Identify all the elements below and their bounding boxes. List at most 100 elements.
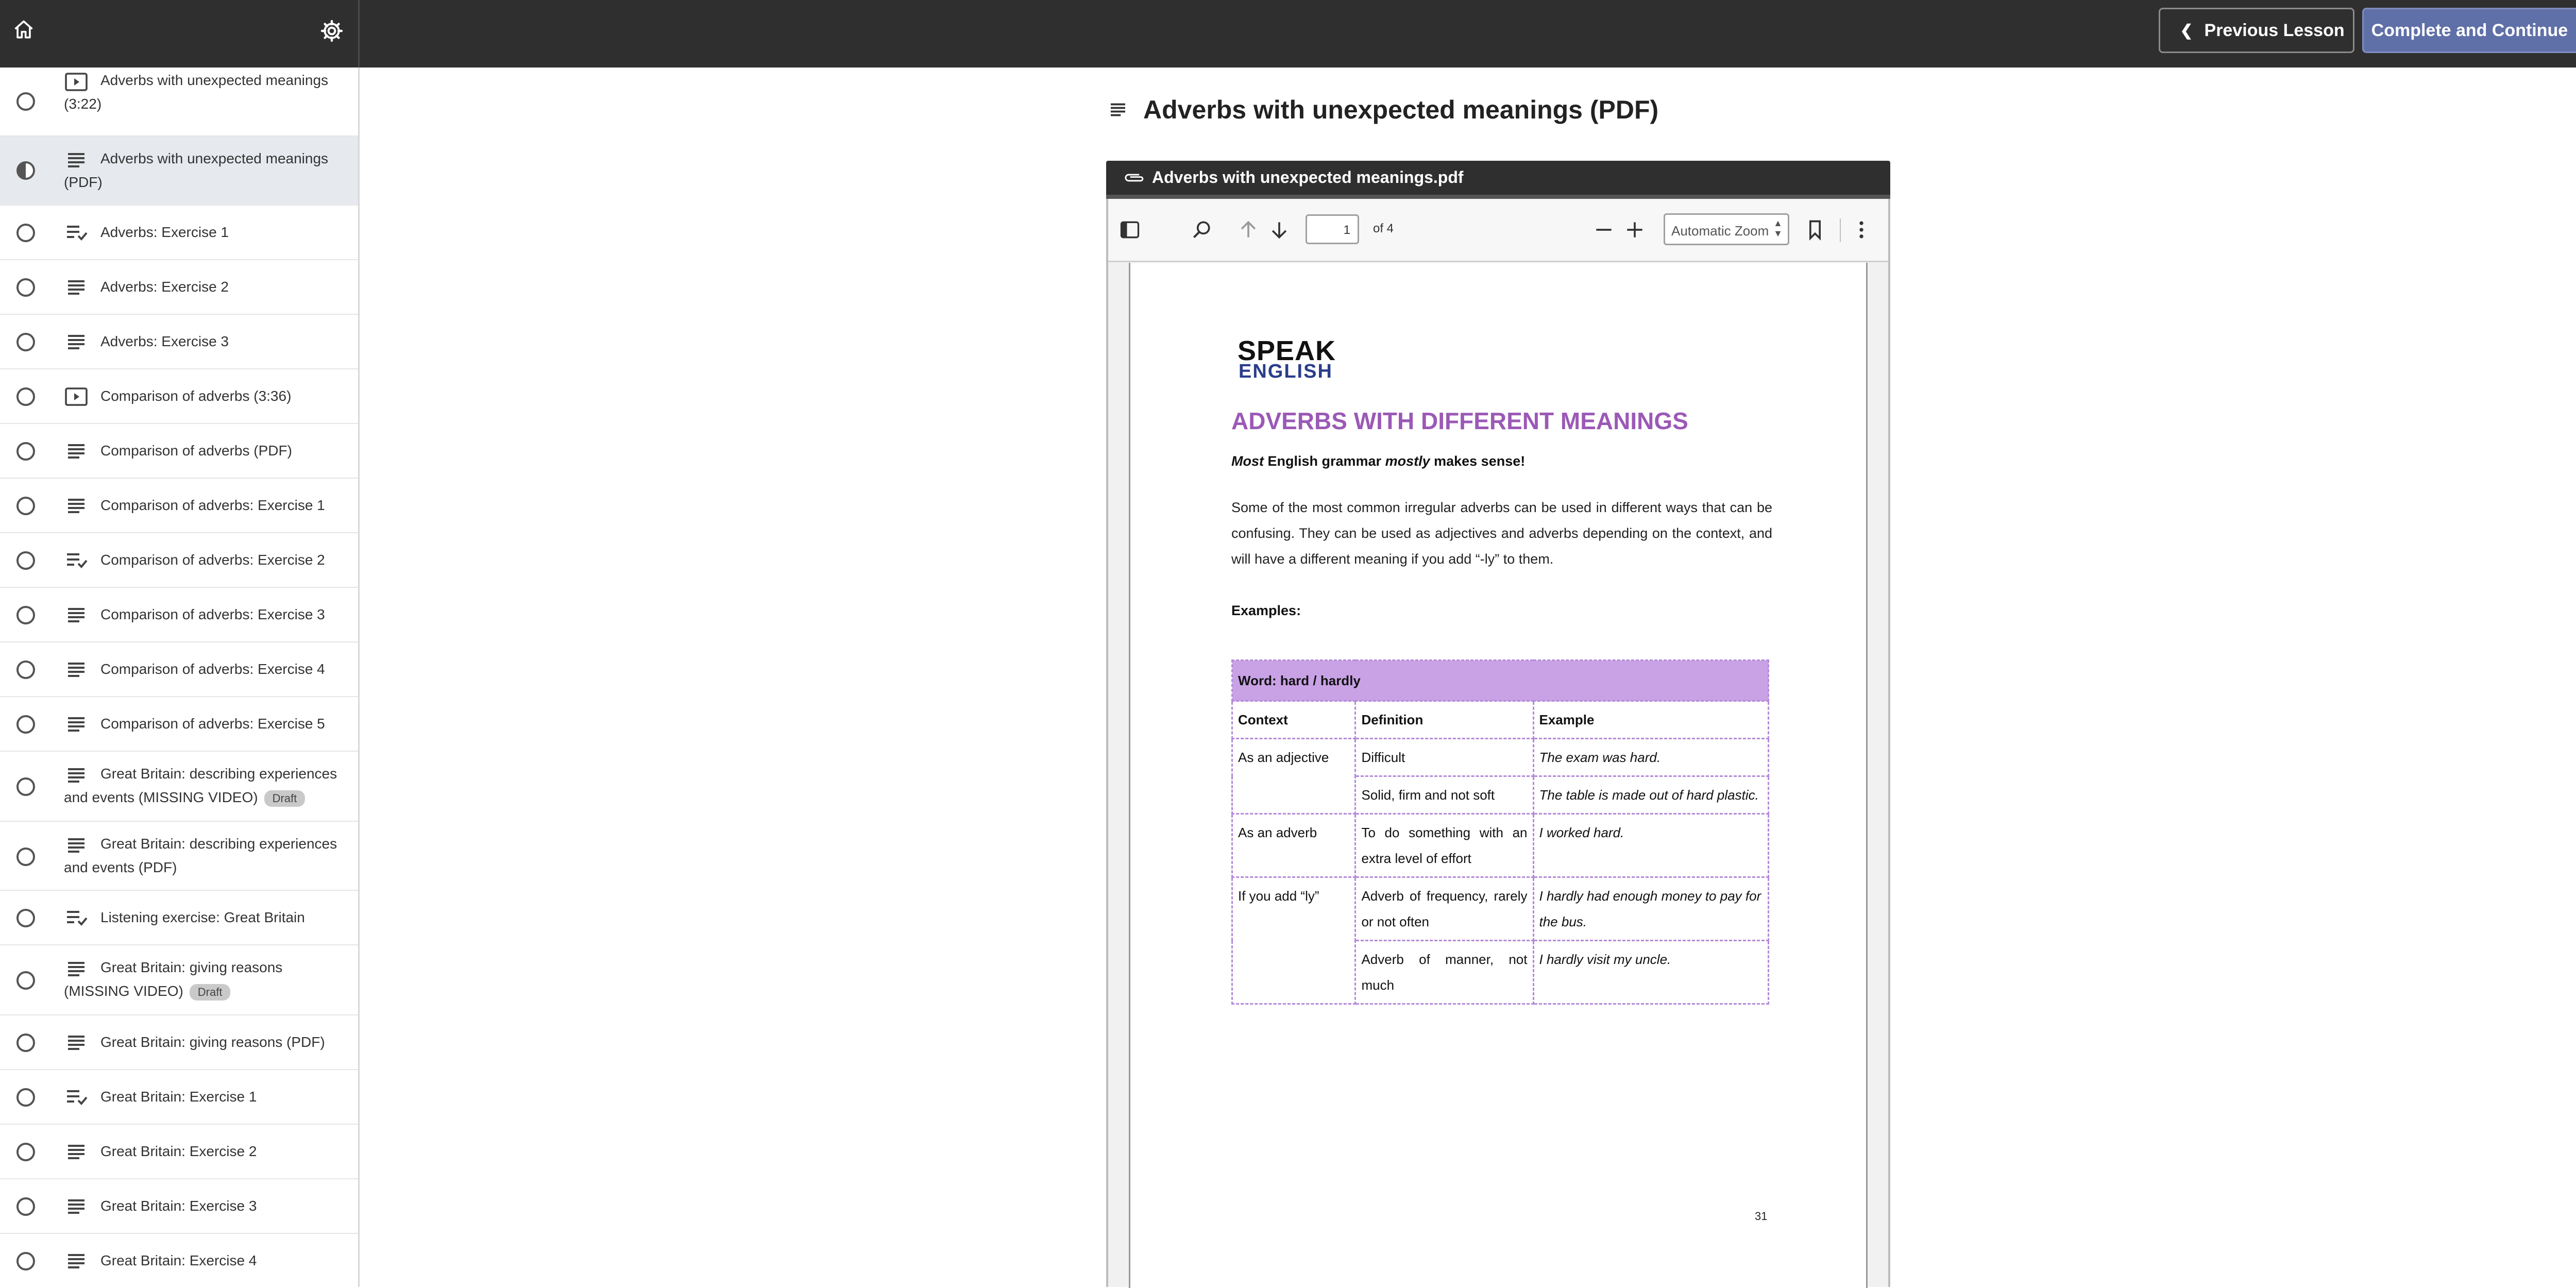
word-table: Word: hard / hardly Context Definition E… <box>1231 659 1769 1005</box>
table-cell-context: If you add “ly” <box>1231 876 1357 1005</box>
sidebar-item[interactable]: Comparison of adverbs: Exercise 4 <box>0 642 358 697</box>
sidebar-item[interactable]: Great Britain: Exercise 1 <box>0 1070 358 1125</box>
document-heading: ADVERBS WITH DIFFERENT MEANINGS <box>1231 408 1688 434</box>
sidebar-item[interactable]: Adverbs with unexpected meanings (3:22) <box>0 67 358 137</box>
table-cell-definition: To do something with an extra level of e… <box>1354 813 1534 878</box>
incomplete-circle-icon <box>16 606 35 624</box>
incomplete-circle-icon <box>16 1088 35 1107</box>
sidebar-item-label-cont: (PDF) <box>64 174 103 190</box>
attachment-divider <box>1106 195 1890 199</box>
sidebar-item[interactable]: Great Britain: giving reasons (PDF) <box>0 1015 358 1070</box>
gear-icon[interactable] <box>319 19 344 43</box>
home-icon[interactable] <box>12 19 35 41</box>
sidebar-item-label: Comparison of adverbs: Exercise 1 <box>100 497 325 513</box>
sidebar-item[interactable]: Great Britain: Exercise 2 <box>0 1125 358 1179</box>
sidebar-item[interactable]: Listening exercise: Great Britain <box>0 891 358 945</box>
previous-lesson-label: Previous Lesson <box>2204 20 2345 40</box>
table-cell-context: As an adjective <box>1231 738 1357 815</box>
complete-and-continue-button[interactable]: Complete and Continue❯ <box>2362 8 2576 53</box>
text-icon <box>68 1036 84 1050</box>
search-icon[interactable] <box>1191 218 1213 241</box>
incomplete-circle-icon <box>16 660 35 679</box>
table-cell-example: I hardly visit my uncle. <box>1532 940 1769 1005</box>
incomplete-circle-icon <box>16 971 35 990</box>
sidebar-item-label: Great Britain: giving reasons (PDF) <box>100 1034 325 1050</box>
sidebar-item[interactable]: Comparison of adverbs (3:36) <box>0 369 358 424</box>
intro-mid: English grammar <box>1264 453 1385 469</box>
incomplete-circle-icon <box>16 551 35 570</box>
page-count: of 4 <box>1373 222 1394 235</box>
sidebar-item-label: Great Britain: giving reasons <box>100 959 283 975</box>
sidebar-item[interactable]: Comparison of adverbs: Exercise 2 <box>0 533 358 588</box>
text-icon <box>68 444 84 459</box>
intro-end: makes sense! <box>1430 453 1526 469</box>
select-arrows-icon: ▲ ▼ <box>1773 218 1783 239</box>
column-header-example: Example <box>1532 700 1769 739</box>
text-icon <box>68 335 84 349</box>
sidebar-item-label: Adverbs: Exercise 2 <box>100 279 229 295</box>
table-cell-definition: Adverb of frequency, rarely or not often <box>1354 876 1534 941</box>
sidebar-item-label-cont: (MISSING VIDEO) <box>64 983 183 999</box>
intro-mostly: mostly <box>1385 453 1430 469</box>
text-icon <box>68 153 84 167</box>
sidebar-item-label-cont: and events (PDF) <box>64 859 177 875</box>
incomplete-circle-icon <box>16 92 35 111</box>
sidebar-item-active[interactable]: Adverbs with unexpected meanings (PDF) <box>0 137 358 206</box>
zoom-out-icon[interactable] <box>1592 218 1615 241</box>
sidebar-item[interactable]: Great Britain: giving reasons (MISSING V… <box>0 945 358 1015</box>
toolbar-separator <box>1840 218 1841 242</box>
course-sidebar[interactable]: Adverbs with unexpected meanings (3:22) … <box>0 67 358 1287</box>
incomplete-circle-icon <box>16 1252 35 1270</box>
sidebar-item[interactable]: Comparison of adverbs: Exercise 3 <box>0 588 358 642</box>
page-number-input[interactable]: 1 <box>1306 214 1359 244</box>
incomplete-circle-icon <box>16 909 35 927</box>
arrow-down-icon[interactable] <box>1268 218 1291 241</box>
sidebar-item-label: Comparison of adverbs: Exercise 4 <box>100 661 325 677</box>
sidebar-item[interactable]: Adverbs: Exercise 2 <box>0 260 358 315</box>
sidebar-item[interactable]: Great Britain: Exercise 3 <box>0 1179 358 1234</box>
word-header: Word: hard / hardly <box>1231 659 1769 702</box>
attachment-name[interactable]: Adverbs with unexpected meanings.pdf <box>1152 168 1464 187</box>
text-icon <box>68 717 84 732</box>
sidebar-item[interactable]: Comparison of adverbs: Exercise 1 <box>0 479 358 533</box>
sidebar-item[interactable]: Great Britain: describing experiences an… <box>0 822 358 891</box>
sidebar-item-label: Comparison of adverbs (PDF) <box>100 443 292 459</box>
bookmark-icon[interactable] <box>1804 218 1826 241</box>
column-header-context: Context <box>1231 700 1357 739</box>
text-icon <box>68 1254 84 1268</box>
video-icon <box>65 387 88 406</box>
pdf-viewer[interactable]: 1 of 4 Automatic Zoom ▲ ▼ SPEAK ENGLISH A… <box>1106 199 1890 1288</box>
sidebar-item-label: Great Britain: Exercise 4 <box>100 1252 257 1268</box>
logo-english: ENGLISH <box>1239 361 1333 382</box>
sidebar-item-label: Great Britain: Exercise 1 <box>100 1089 257 1105</box>
incomplete-circle-icon <box>16 278 35 297</box>
sidebar-item[interactable]: Adverbs: Exercise 3 <box>0 315 358 369</box>
arrow-up-icon[interactable] <box>1237 218 1260 241</box>
sidebar-item[interactable]: Comparison of adverbs: Exercise 5 <box>0 697 358 752</box>
sidebar-item-label: Comparison of adverbs (3:36) <box>100 388 292 404</box>
text-icon <box>68 608 84 622</box>
table-cell-example: The table is made out of hard plastic. <box>1532 775 1769 815</box>
quiz-icon <box>67 911 88 926</box>
sidebar-item[interactable]: Great Britain: Exercise 4 <box>0 1234 358 1287</box>
incomplete-circle-icon <box>16 387 35 406</box>
sidebar-item-label: Adverbs with unexpected meanings <box>100 150 329 166</box>
zoom-in-icon[interactable] <box>1623 218 1646 241</box>
text-icon <box>68 1199 84 1214</box>
incomplete-circle-icon <box>16 715 35 734</box>
more-vertical-icon[interactable] <box>1850 218 1873 241</box>
quiz-icon <box>67 226 88 241</box>
sidebar-item[interactable]: Comparison of adverbs (PDF) <box>0 424 358 479</box>
sidebar-item[interactable]: Adverbs: Exercise 1 <box>0 206 358 260</box>
text-icon <box>68 838 84 853</box>
sidebar-toggle-icon[interactable] <box>1118 218 1141 241</box>
intro-most: Most <box>1231 453 1264 469</box>
sidebar-item[interactable]: Great Britain: describing experiences an… <box>0 752 358 822</box>
examples-label: Examples: <box>1231 603 1301 618</box>
table-cell-context: As an adverb <box>1231 813 1357 878</box>
quiz-icon <box>67 1090 88 1105</box>
table-cell-example: I hardly had enough money to pay for the… <box>1532 876 1769 941</box>
sidebar-item-label: Great Britain: describing experiences <box>100 836 337 852</box>
previous-lesson-button[interactable]: ❮ Previous Lesson <box>2159 8 2354 53</box>
zoom-select[interactable]: Automatic Zoom ▲ ▼ <box>1664 213 1789 245</box>
